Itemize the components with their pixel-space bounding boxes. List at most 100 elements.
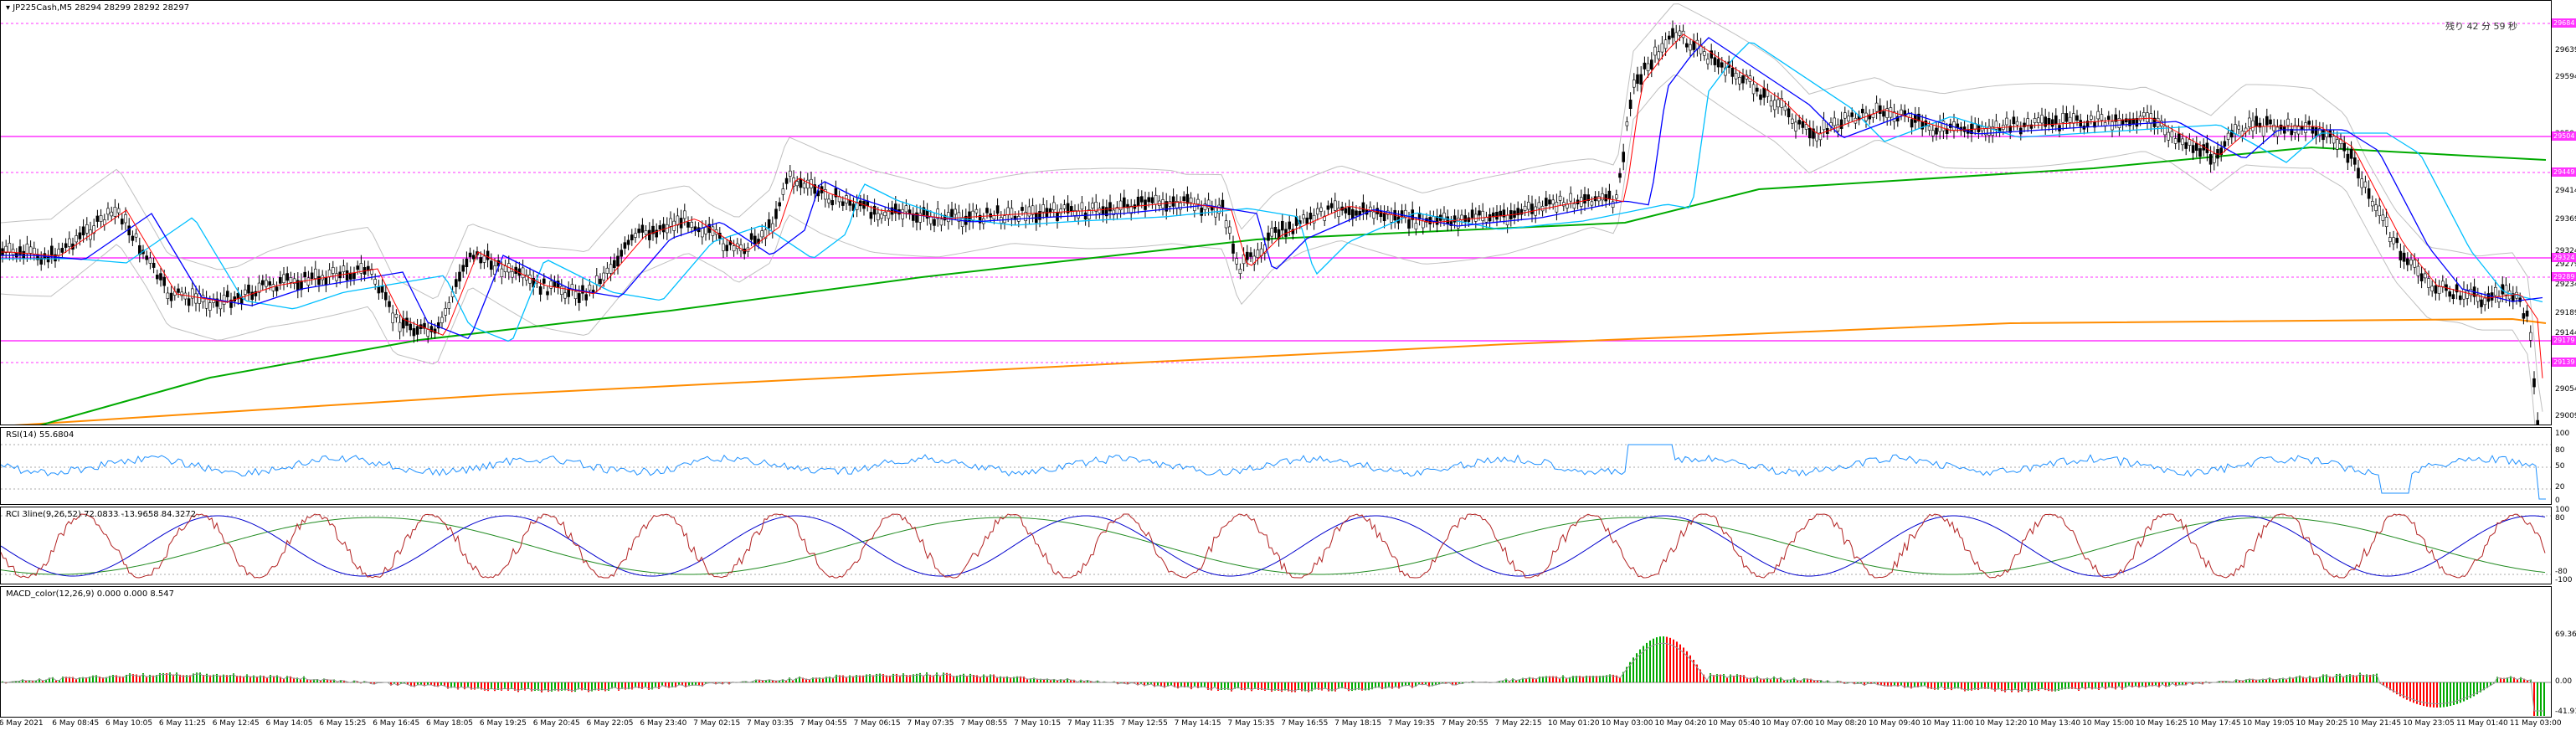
time-tick: 10 May 19:05 bbox=[2242, 719, 2295, 728]
time-tick: 10 May 15:00 bbox=[2082, 719, 2134, 728]
candle-body bbox=[1347, 206, 1351, 215]
candle-body bbox=[2483, 297, 2486, 306]
candle-body bbox=[1337, 208, 1340, 217]
candle-body bbox=[1478, 210, 1481, 216]
candle-body bbox=[1734, 72, 1738, 80]
candle-body bbox=[690, 222, 694, 228]
candle-body bbox=[1583, 193, 1586, 203]
candle-body bbox=[152, 262, 156, 268]
candle-body bbox=[2272, 124, 2275, 131]
time-tick: 7 May 11:35 bbox=[1067, 719, 1114, 728]
candle-body bbox=[2226, 132, 2230, 140]
candle-body bbox=[225, 291, 229, 297]
candle-body bbox=[348, 272, 352, 280]
candle-body bbox=[1358, 211, 1361, 216]
rci-panel[interactable]: RCI 3line(9,26,52) 72.0833 -13.9658 84.3… bbox=[0, 507, 2552, 584]
candle-body bbox=[335, 273, 338, 281]
symbol-label: ▾ JP225Cash,M5 28294 28299 28292 28297 bbox=[6, 3, 189, 13]
candle-body bbox=[602, 272, 606, 281]
candle-body bbox=[2040, 115, 2044, 124]
candle-body bbox=[1931, 130, 1935, 136]
candle-body bbox=[1006, 207, 1010, 216]
candle-body bbox=[778, 202, 782, 207]
candle-body bbox=[116, 208, 121, 214]
macd-label: MACD_color(12,26,9) 0.000 0.000 8.547 bbox=[6, 589, 174, 599]
candle-body bbox=[183, 292, 188, 300]
candle-body bbox=[774, 208, 778, 219]
candle-body bbox=[616, 255, 620, 267]
candle-body bbox=[1794, 121, 1797, 131]
candle-body bbox=[1319, 207, 1323, 212]
candle-body bbox=[2208, 154, 2213, 165]
candle-body bbox=[549, 281, 553, 289]
candle-body bbox=[2395, 238, 2399, 244]
candle-body bbox=[412, 327, 416, 337]
candle-body bbox=[933, 219, 936, 226]
candle-body bbox=[1534, 206, 1537, 216]
candle-body bbox=[2167, 131, 2170, 141]
candle-body bbox=[1091, 203, 1094, 208]
candle-body bbox=[1140, 196, 1144, 203]
rsi-panel[interactable]: RSI(14) 55.6804 bbox=[0, 427, 2552, 505]
candle-body bbox=[1762, 87, 1766, 98]
candle-body bbox=[324, 277, 328, 286]
candle-body bbox=[1185, 193, 1190, 204]
candle-body bbox=[2529, 332, 2532, 341]
candle-body bbox=[2419, 273, 2424, 281]
rsi-tick: 100 bbox=[2555, 430, 2570, 438]
candle-body bbox=[612, 260, 616, 269]
rsi-line bbox=[1, 444, 2546, 500]
candle-body bbox=[950, 208, 954, 219]
candle-body bbox=[2163, 126, 2167, 136]
candle-body bbox=[1801, 121, 1805, 128]
candle-body bbox=[327, 270, 332, 278]
candle-body bbox=[2522, 313, 2526, 319]
candle-body bbox=[471, 255, 476, 260]
time-tick: 7 May 07:35 bbox=[907, 719, 954, 728]
candle-body bbox=[553, 281, 557, 287]
candle-body bbox=[1804, 124, 1808, 130]
candle-body bbox=[2462, 289, 2465, 300]
rci-short-line bbox=[1, 513, 2546, 579]
candle-body bbox=[489, 260, 493, 270]
price-chart bbox=[1, 3, 2551, 425]
price-panel[interactable]: ▾ JP225Cash,M5 28294 28299 28292 28297 残… bbox=[0, 0, 2552, 425]
candle-body bbox=[1470, 209, 1474, 219]
triangle-down-icon[interactable]: ▾ bbox=[6, 3, 10, 13]
candle-body bbox=[1572, 203, 1576, 209]
candle-body bbox=[1118, 200, 1123, 210]
candle-body bbox=[2058, 125, 2061, 131]
candle-body bbox=[904, 205, 908, 213]
candle-body bbox=[563, 292, 567, 299]
candle-body bbox=[2434, 285, 2438, 294]
candle-body bbox=[2100, 114, 2104, 121]
candle-body bbox=[1716, 59, 1720, 68]
price-tick: 29189 bbox=[2555, 309, 2576, 317]
candle-body bbox=[2392, 237, 2395, 244]
candle-body bbox=[1650, 59, 1653, 69]
candle-body bbox=[1288, 221, 1291, 229]
candle-body bbox=[1154, 194, 1158, 205]
candle-body bbox=[177, 288, 180, 293]
candle-body bbox=[2448, 291, 2451, 297]
candle-body bbox=[669, 218, 672, 227]
candle-body bbox=[265, 280, 268, 287]
time-tick: 7 May 22:15 bbox=[1494, 719, 1542, 728]
candle-body bbox=[447, 302, 451, 309]
candle-body bbox=[2005, 117, 2008, 126]
candle-body bbox=[1182, 196, 1185, 202]
rci-tick: -100 bbox=[2555, 576, 2573, 584]
candle-body bbox=[1956, 123, 1959, 128]
candle-body bbox=[2416, 265, 2420, 276]
candle-body bbox=[661, 224, 666, 233]
candle-body bbox=[1144, 199, 1147, 210]
candle-body bbox=[401, 318, 405, 329]
candle-body bbox=[1281, 220, 1284, 231]
candle-body bbox=[1776, 99, 1780, 108]
macd-panel[interactable]: MACD_color(12,26,9) 0.000 0.000 8.547 bbox=[0, 586, 2552, 718]
time-tick: 6 May 10:05 bbox=[105, 719, 153, 728]
candle-body bbox=[1217, 204, 1221, 214]
candle-body bbox=[1601, 193, 1604, 201]
candle-body bbox=[1238, 269, 1242, 275]
candle-body bbox=[1414, 223, 1418, 229]
